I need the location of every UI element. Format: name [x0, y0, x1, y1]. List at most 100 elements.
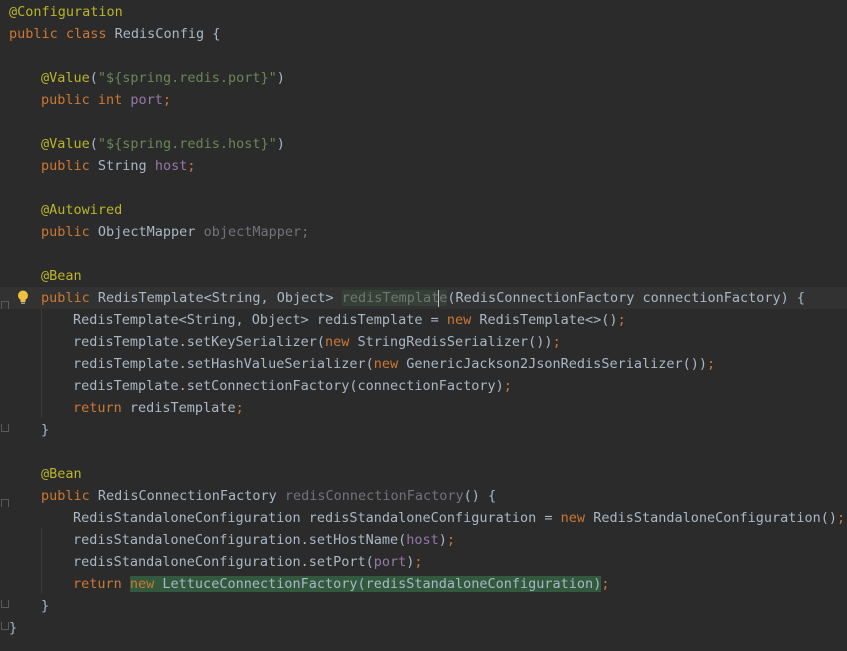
code-line[interactable]: public String host;	[0, 155, 847, 177]
code-token: return	[73, 576, 130, 592]
code-line-content: }	[41, 419, 49, 441]
code-token: redisTemplate	[341, 290, 448, 306]
code-token: @Value	[41, 136, 90, 152]
code-line-content: public class RedisConfig {	[9, 23, 220, 45]
code-line[interactable]	[0, 441, 847, 463]
code-token: (RedisConnectionFactory connectionFactor…	[447, 290, 806, 306]
code-token: redisConnectionFactory	[284, 488, 464, 504]
code-token: public	[41, 290, 98, 306]
code-editor[interactable]: @Configuration public class RedisConfig {…	[0, 0, 847, 651]
code-line-content: return redisTemplate;	[73, 397, 244, 419]
code-line[interactable]	[0, 243, 847, 265]
code-line[interactable]: redisTemplate.setConnectionFactory(conne…	[0, 375, 847, 397]
code-line[interactable]	[0, 111, 847, 133]
code-line[interactable]: @Autowired	[0, 199, 847, 221]
code-line[interactable]	[0, 177, 847, 199]
code-token: @Bean	[41, 268, 82, 284]
code-line-content: @Configuration	[9, 1, 123, 23]
code-line[interactable]: return new LettuceConnectionFactory(redi…	[0, 573, 847, 595]
code-line-content: return new LettuceConnectionFactory(redi…	[73, 573, 609, 595]
fold-marker-end[interactable]	[1, 424, 9, 432]
code-line-content: RedisStandaloneConfiguration redisStanda…	[73, 507, 845, 529]
code-line-content: @Autowired	[41, 199, 122, 221]
code-token: ;	[187, 158, 196, 174]
code-token: new	[324, 334, 358, 350]
fold-marker-start[interactable]	[1, 499, 9, 507]
lightbulb-icon[interactable]	[17, 290, 29, 306]
code-line[interactable]: @Bean	[0, 463, 847, 485]
code-line-content: RedisTemplate<String, Object> redisTempl…	[73, 309, 626, 331]
fold-marker-start[interactable]	[1, 301, 9, 309]
code-line-content: redisStandaloneConfiguration.setHostName…	[73, 529, 455, 551]
code-token: }	[41, 422, 50, 438]
code-token: ;	[235, 400, 244, 416]
code-line[interactable]: public RedisTemplate<String, Object> red…	[0, 287, 847, 309]
code-line[interactable]: public ObjectMapper objectMapper;	[0, 221, 847, 243]
code-token: port	[373, 554, 407, 570]
code-token: public	[41, 158, 98, 174]
code-token: new	[373, 356, 407, 372]
code-token: ;	[414, 554, 423, 570]
code-line[interactable]: redisTemplate.setKeySerializer(new Strin…	[0, 331, 847, 353]
code-token: public	[41, 488, 98, 504]
code-token: ;	[837, 510, 846, 526]
code-token: RedisConfig {	[114, 26, 221, 42]
code-token: LettuceConnectionFactory(redisStandalone…	[162, 576, 602, 592]
code-token: redisTemplate.setHashValueSerializer(	[73, 356, 374, 372]
code-line[interactable]: }	[0, 595, 847, 617]
code-token: @Bean	[41, 466, 82, 482]
code-token: }	[9, 620, 18, 636]
code-token: port	[130, 92, 163, 108]
code-line[interactable]: redisTemplate.setHashValueSerializer(new…	[0, 353, 847, 375]
code-token: RedisStandaloneConfiguration redisStanda…	[73, 510, 561, 526]
code-token: ;	[552, 334, 561, 350]
code-line[interactable]: public RedisConnectionFactory redisConne…	[0, 485, 847, 507]
code-token: objectMapper;	[203, 224, 310, 240]
code-line[interactable]: public int port;	[0, 89, 847, 111]
code-token: RedisTemplate<>()	[479, 312, 618, 328]
code-line[interactable]: }	[0, 617, 847, 639]
code-token: public	[41, 224, 98, 240]
code-token: host	[406, 532, 439, 548]
code-token: ;	[503, 378, 512, 394]
code-line-content: @Value("${spring.redis.host}")	[41, 133, 285, 155]
code-token: ;	[162, 92, 172, 108]
code-line-content: public int port;	[41, 89, 171, 111]
code-token: )	[276, 70, 285, 86]
code-line[interactable]: redisStandaloneConfiguration.setPort(por…	[0, 551, 847, 573]
code-line[interactable]	[0, 45, 847, 67]
text-caret	[438, 290, 439, 307]
code-token: (	[89, 136, 98, 152]
code-line[interactable]: @Value("${spring.redis.host}")	[0, 133, 847, 155]
code-line[interactable]: return redisTemplate;	[0, 397, 847, 419]
code-line[interactable]: @Configuration	[0, 1, 847, 23]
code-token: redisStandaloneConfiguration.setPort(	[73, 554, 374, 570]
code-line-content: @Value("${spring.redis.port}")	[41, 67, 285, 89]
fold-marker-end[interactable]	[1, 622, 9, 630]
code-line-content: redisStandaloneConfiguration.setPort(por…	[73, 551, 423, 573]
code-token: StringRedisSerializer())	[357, 334, 553, 350]
code-token: new	[446, 312, 480, 328]
code-line[interactable]: public class RedisConfig {	[0, 23, 847, 45]
code-token: public class	[9, 26, 115, 42]
code-line-content: public ObjectMapper objectMapper;	[41, 221, 309, 243]
code-token: )	[276, 136, 285, 152]
code-token: ObjectMapper	[97, 224, 204, 240]
code-token: redisStandaloneConfiguration.setHostName…	[73, 532, 407, 548]
code-token: RedisStandaloneConfiguration()	[593, 510, 838, 526]
code-token: "${spring.redis.host}"	[97, 136, 277, 152]
fold-marker-end[interactable]	[1, 600, 9, 608]
code-line[interactable]: redisStandaloneConfiguration.setHostName…	[0, 529, 847, 551]
code-token: (	[89, 70, 98, 86]
code-line[interactable]: }	[0, 419, 847, 441]
code-line[interactable]: @Bean	[0, 265, 847, 287]
code-line[interactable]: RedisTemplate<String, Object> redisTempl…	[0, 309, 847, 331]
code-token: new	[129, 576, 163, 592]
code-line-content: public String host;	[41, 155, 195, 177]
code-line[interactable]: RedisStandaloneConfiguration redisStanda…	[0, 507, 847, 529]
code-line-content: public RedisTemplate<String, Object> red…	[41, 287, 805, 309]
code-line-content: redisTemplate.setKeySerializer(new Strin…	[73, 331, 561, 353]
code-line-content: public RedisConnectionFactory redisConne…	[41, 485, 496, 507]
code-line[interactable]: @Value("${spring.redis.port}")	[0, 67, 847, 89]
code-token: }	[41, 598, 50, 614]
